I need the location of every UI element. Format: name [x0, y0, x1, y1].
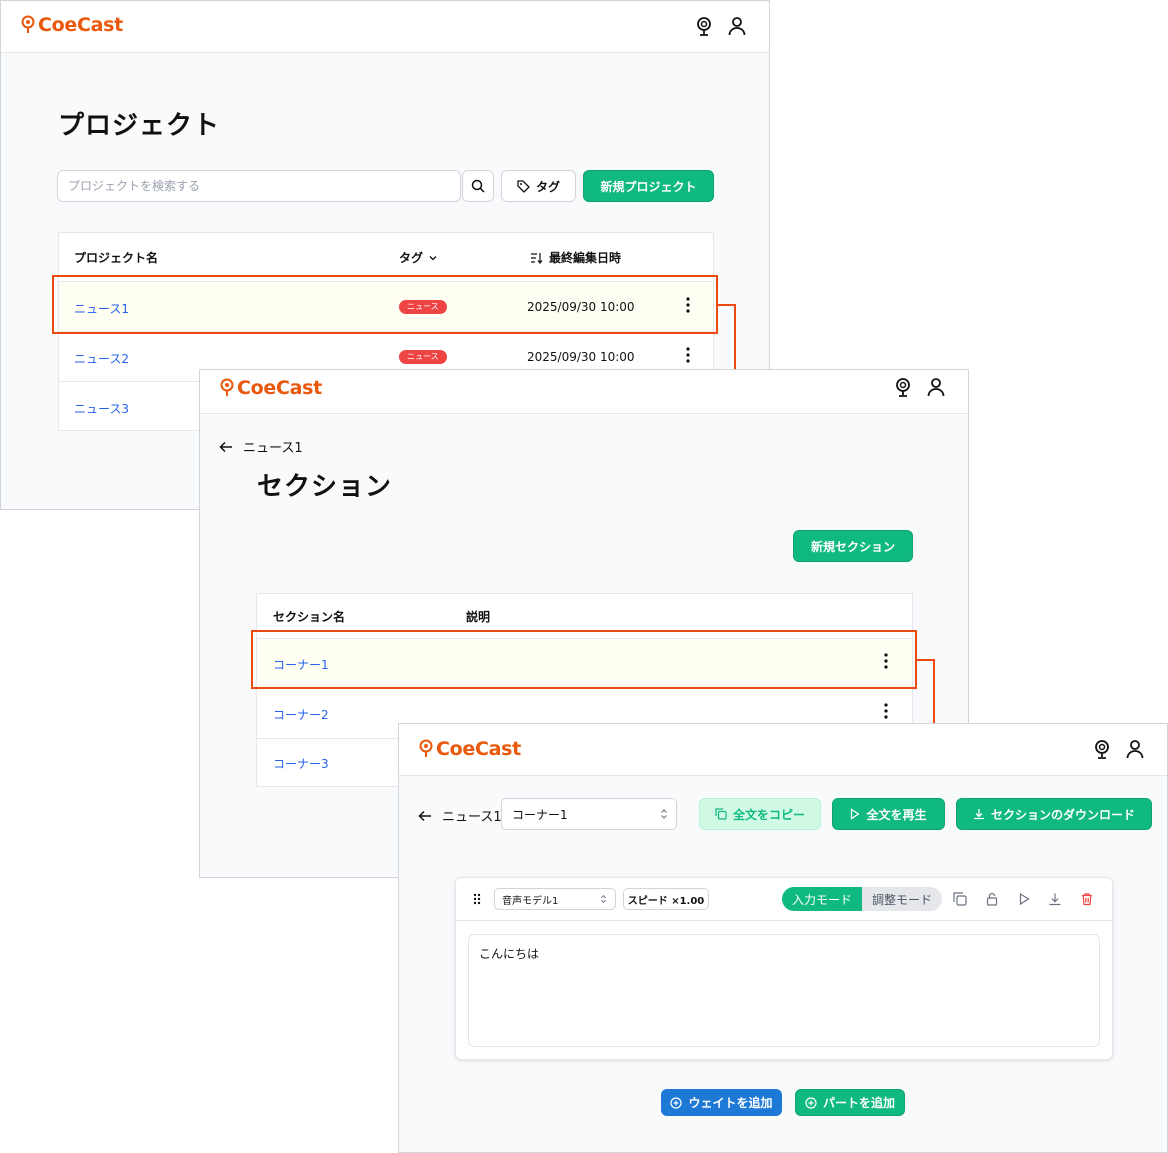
search-icon	[471, 179, 485, 193]
column-description: 説明	[466, 610, 491, 624]
play-icon[interactable]	[1017, 892, 1031, 906]
speed-value: スピード ×1.00	[627, 895, 705, 907]
mode-input-tab[interactable]: 入力モード	[782, 887, 862, 911]
add-part-label: パートを追加	[822, 1096, 895, 1110]
copy-icon[interactable]	[953, 892, 967, 906]
drag-handle-icon[interactable]	[473, 893, 481, 905]
plus-circle-icon	[805, 1096, 817, 1109]
arrow-left-icon[interactable]	[219, 441, 233, 453]
play-all-button[interactable]: 全文を再生	[832, 798, 945, 830]
download-icon[interactable]	[1048, 892, 1062, 906]
section-link[interactable]: コーナー3	[273, 755, 329, 772]
more-icon[interactable]	[884, 703, 888, 719]
card-divider	[456, 920, 1112, 921]
copy-all-button[interactable]: 全文をコピー	[699, 798, 821, 830]
logo[interactable]: CoeCast	[419, 738, 521, 760]
app-header: CoeCast	[1, 1, 769, 53]
more-icon[interactable]	[686, 347, 690, 363]
voice-model-select[interactable]: 音声モデル1	[494, 888, 616, 910]
user-icon[interactable]	[1124, 738, 1146, 760]
column-project-name: プロジェクト名	[74, 251, 159, 265]
project-link[interactable]: ニュース2	[74, 350, 129, 367]
tag-badge: ニュース	[399, 350, 447, 364]
app-header: CoeCast	[399, 724, 1167, 776]
new-section-button[interactable]: 新規セクション	[793, 530, 913, 562]
app-header: CoeCast	[200, 370, 968, 414]
sort-icon	[531, 252, 543, 264]
breadcrumb[interactable]: ニュース1	[418, 806, 502, 825]
section-select-value: コーナー1	[512, 807, 568, 822]
column-tag-label: タグ	[399, 251, 424, 265]
mode-toggle[interactable]: 入力モード 調整モード	[782, 887, 942, 911]
search-input[interactable]	[57, 170, 461, 202]
microphone-icon[interactable]	[892, 376, 914, 398]
play-all-label: 全文を再生	[866, 807, 927, 822]
page-title: セクション	[257, 472, 393, 502]
add-part-button[interactable]: パートを追加	[795, 1089, 905, 1116]
logo[interactable]: CoeCast	[21, 14, 123, 36]
download-section-button[interactable]: セクションのダウンロード	[956, 798, 1152, 830]
logo-mic-icon	[220, 378, 234, 396]
mode-adjust-tab[interactable]: 調整モード	[862, 887, 942, 911]
column-tag[interactable]: タグ	[399, 249, 438, 266]
new-project-button[interactable]: 新規プロジェクト	[583, 170, 714, 202]
breadcrumb-project: ニュース1	[243, 441, 303, 456]
microphone-icon[interactable]	[1091, 738, 1113, 760]
add-wait-button[interactable]: ウェイトを追加	[661, 1089, 782, 1116]
unlock-icon[interactable]	[985, 892, 999, 906]
add-wait-label: ウェイトを追加	[688, 1096, 773, 1110]
editor-window: CoeCast ニュース1 コーナー1 全文をコピー 全文を再生 セクションのダ…	[398, 723, 1168, 1153]
play-icon	[851, 808, 861, 820]
arrow-left-icon[interactable]	[418, 810, 432, 822]
copy-all-label: 全文をコピー	[732, 807, 805, 822]
updated-at: 2025/09/30 10:00	[527, 350, 635, 364]
download-section-label: セクションのダウンロード	[990, 807, 1135, 822]
chevron-updown-icon	[601, 895, 606, 903]
text-input[interactable]: こんにちは	[468, 934, 1100, 1047]
highlight-project-row	[52, 275, 718, 334]
logo-mic-icon	[419, 739, 433, 757]
page-title: プロジェクト	[58, 111, 221, 141]
voice-model-value: 音声モデル1	[502, 895, 559, 907]
user-icon[interactable]	[726, 15, 748, 37]
logo[interactable]: CoeCast	[220, 377, 322, 399]
speed-button[interactable]: スピード ×1.00	[623, 888, 709, 910]
search-button[interactable]	[462, 170, 494, 202]
breadcrumb-project: ニュース1	[442, 810, 502, 825]
column-section-name: セクション名	[273, 610, 346, 624]
copy-icon	[715, 808, 727, 820]
logo-mic-icon	[21, 15, 35, 33]
highlight-section-row	[251, 630, 917, 689]
trash-icon[interactable]	[1080, 892, 1094, 906]
chevron-down-icon	[429, 255, 437, 260]
logo-text: CoeCast	[436, 738, 521, 760]
microphone-icon[interactable]	[693, 15, 715, 37]
chevron-updown-icon	[661, 809, 667, 819]
tag-icon	[517, 179, 530, 193]
part-card: 音声モデル1 スピード ×1.00 入力モード 調整モード こんにちは	[455, 877, 1113, 1060]
logo-text: CoeCast	[38, 14, 123, 36]
section-link[interactable]: コーナー2	[273, 706, 329, 723]
user-icon[interactable]	[925, 376, 947, 398]
breadcrumb[interactable]: ニュース1	[219, 437, 303, 456]
download-icon	[973, 809, 984, 820]
tag-button-label: タグ	[535, 179, 560, 194]
plus-circle-icon	[670, 1096, 683, 1109]
column-updated[interactable]: 最終編集日時	[530, 249, 621, 266]
tag-filter-button[interactable]: タグ	[501, 170, 576, 202]
logo-text: CoeCast	[237, 377, 322, 399]
project-link[interactable]: ニュース3	[74, 400, 129, 417]
column-updated-label: 最終編集日時	[549, 251, 622, 265]
section-select[interactable]: コーナー1	[501, 798, 677, 830]
